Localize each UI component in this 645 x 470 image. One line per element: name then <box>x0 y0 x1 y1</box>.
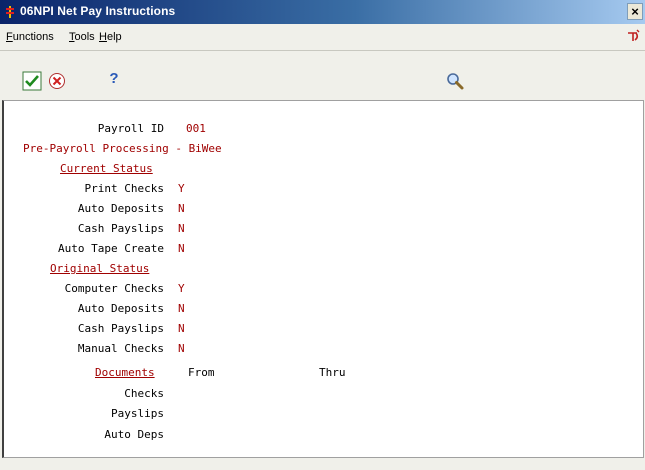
menu-help-rest: elp <box>106 31 122 43</box>
current-print-checks-label: Print Checks <box>84 182 164 195</box>
payroll-id-label: Payroll ID <box>97 122 164 135</box>
current-status-header: Current Status <box>60 162 153 175</box>
menu-help-mnemonic: H <box>99 31 107 43</box>
current-auto-tape-label: Auto Tape Create <box>58 242 164 255</box>
documents-from-label: From <box>188 366 215 379</box>
close-button[interactable]: × <box>627 3 643 20</box>
menu-tools[interactable]: Tools <box>69 31 95 43</box>
original-cash-payslips-value[interactable]: N <box>178 322 185 335</box>
app-window: 06NPI Net Pay Instructions × Functions T… <box>0 0 645 470</box>
menu-functions-rest: unctions <box>12 31 54 43</box>
payroll-description: Pre-Payroll Processing - BiWee <box>23 142 222 155</box>
current-cash-payslips-label: Cash Payslips <box>77 222 164 235</box>
window-bottom-frame <box>0 458 645 470</box>
documents-payslips-label: Payslips <box>111 407 164 420</box>
exit-icon[interactable] <box>625 28 641 44</box>
original-auto-deposits-label: Auto Deposits <box>77 302 164 315</box>
documents-header: Documents <box>95 366 155 379</box>
form-pane: Payroll ID 001 Pre-Payroll Processing - … <box>2 100 644 458</box>
current-cash-payslips-value[interactable]: N <box>178 222 185 235</box>
original-manual-checks-label: Manual Checks <box>77 342 164 355</box>
menu-functions-mnemonic: F <box>6 31 13 43</box>
documents-checks-label: Checks <box>124 387 164 400</box>
menu-tools-rest: ools <box>74 31 95 43</box>
menu-functions[interactable]: Functions <box>6 31 54 43</box>
original-status-header: Original Status <box>50 262 150 275</box>
original-auto-deposits-value[interactable]: N <box>178 302 185 315</box>
menu-help[interactable]: Help <box>99 31 122 43</box>
payroll-id-value[interactable]: 001 <box>186 122 206 135</box>
help-icon[interactable]: ? <box>104 70 124 90</box>
cancel-icon[interactable] <box>47 71 67 91</box>
current-auto-deposits-value[interactable]: N <box>178 202 185 215</box>
original-manual-checks-value[interactable]: N <box>178 342 185 355</box>
current-auto-deposits-label: Auto Deposits <box>77 202 164 215</box>
documents-thru-label: Thru <box>319 366 346 379</box>
original-computer-checks-label: Computer Checks <box>64 282 164 295</box>
menu-bar: Functions Tools Help <box>0 24 645 51</box>
toolbar: ? <box>0 51 645 99</box>
window-title: 06NPI Net Pay Instructions <box>20 4 176 18</box>
title-bar[interactable]: 06NPI Net Pay Instructions × <box>0 0 645 24</box>
original-computer-checks-value[interactable]: Y <box>178 282 185 295</box>
current-print-checks-value[interactable]: Y <box>178 182 185 195</box>
ok-check-icon[interactable] <box>22 71 42 91</box>
current-auto-tape-value[interactable]: N <box>178 242 185 255</box>
original-cash-payslips-label: Cash Payslips <box>77 322 164 335</box>
app-icon <box>6 6 14 18</box>
documents-auto-deps-label: Auto Deps <box>104 428 164 441</box>
search-icon[interactable] <box>445 71 465 91</box>
